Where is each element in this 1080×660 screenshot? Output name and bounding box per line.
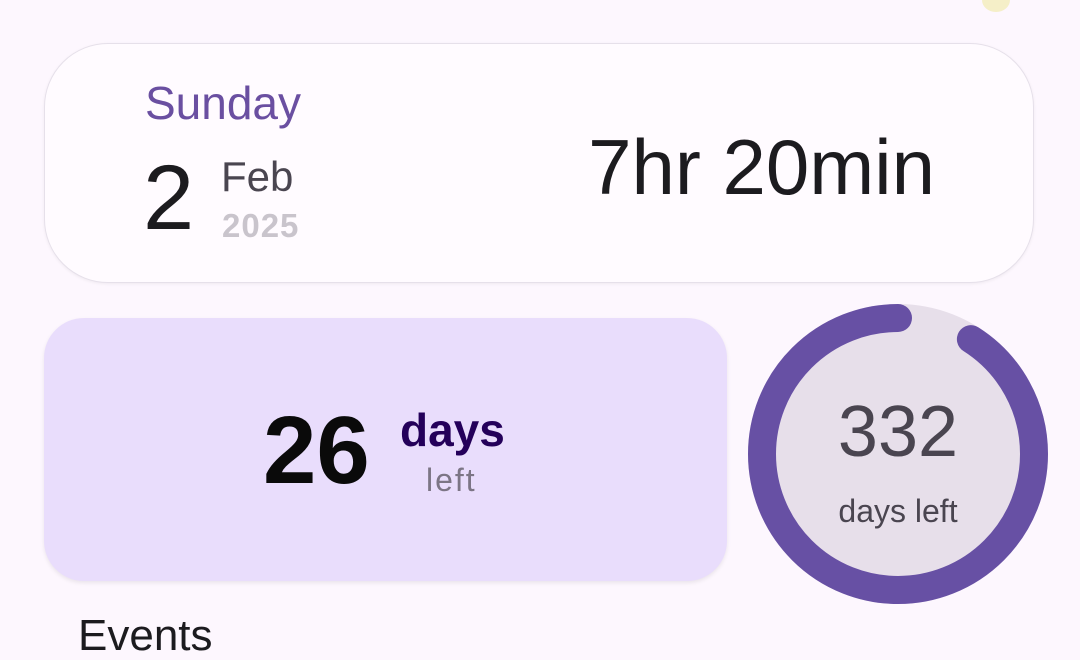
year-progress-ring[interactable]: 332 days left xyxy=(747,303,1049,605)
month-days-left-value: 26 xyxy=(263,397,370,504)
status-indicator-dot xyxy=(982,0,1010,12)
year-label: 2025 xyxy=(222,207,300,244)
month-days-sub: left xyxy=(426,462,477,498)
weekday-label: Sunday xyxy=(145,77,302,129)
month-days-left-card[interactable]: 26 days left xyxy=(44,318,727,581)
month-days-unit: days xyxy=(400,404,505,456)
events-section-title: Events xyxy=(78,611,213,660)
month-label: Feb xyxy=(221,153,294,200)
time-remaining: 7hr 20min xyxy=(588,123,935,211)
day-number: 2 xyxy=(143,147,195,249)
year-days-left-value: 332 xyxy=(837,392,959,472)
year-days-left-label: days left xyxy=(838,493,958,529)
today-card[interactable]: Sunday 2 Feb 2025 7hr 20min xyxy=(44,43,1034,283)
